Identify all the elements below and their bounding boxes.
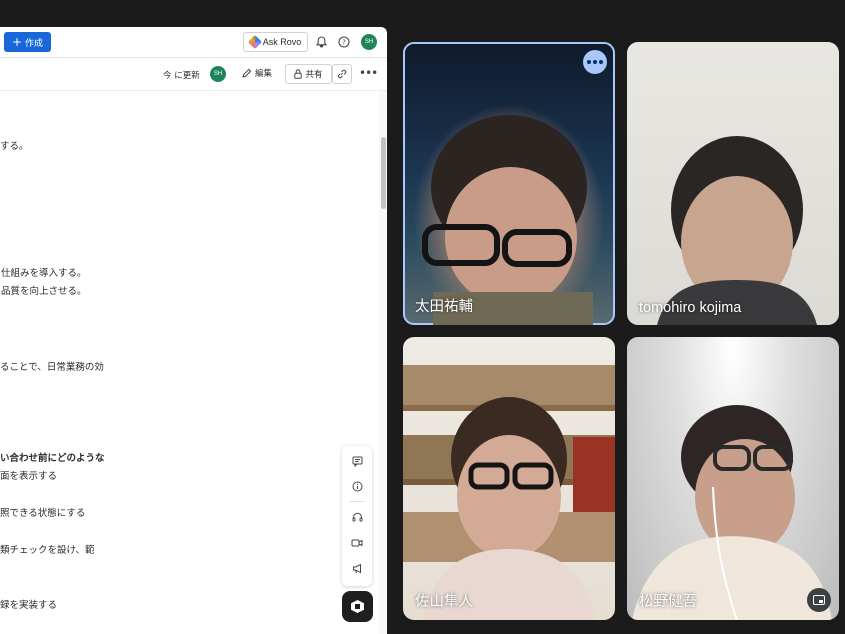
- participant-video: [422, 115, 593, 325]
- participant-name: tomohiro kojima: [639, 300, 742, 316]
- scrollbar-thumb[interactable]: [381, 137, 386, 209]
- copy-link-button[interactable]: [332, 64, 352, 84]
- participant-name: 松野健吾: [639, 594, 697, 610]
- create-button[interactable]: + 作成: [4, 32, 51, 52]
- headset-icon[interactable]: [342, 509, 372, 525]
- doc-line: 録を実装する: [0, 600, 58, 611]
- ask-rovo-button[interactable]: Ask Rovo: [243, 32, 308, 52]
- top-toolbar: + 作成 Ask Rovo ? SH: [0, 27, 387, 58]
- doc-line: 面を表示する: [0, 471, 58, 482]
- share-label: 共有: [305, 70, 323, 80]
- user-avatar-initials: SH: [361, 34, 377, 50]
- side-toolbar: [342, 446, 372, 586]
- link-icon: [337, 69, 347, 79]
- rovo-chat-button[interactable]: [342, 591, 373, 622]
- participant-video: [632, 405, 832, 620]
- participant-video: [403, 365, 615, 620]
- rovo-logo-icon: [247, 34, 262, 50]
- pencil-icon: [242, 68, 252, 78]
- video-tile-sayama[interactable]: 佐山隼人: [403, 337, 615, 620]
- rovo-icon: [351, 600, 364, 613]
- participant-name: 太田祐輔: [415, 299, 473, 315]
- doc-line: 仕組みを導入する。: [1, 268, 87, 279]
- video-icon[interactable]: [342, 535, 372, 551]
- video-tile-matsuno[interactable]: 松野健吾: [627, 337, 839, 620]
- doc-line: する。: [0, 141, 29, 152]
- share-button[interactable]: 共有: [285, 64, 332, 84]
- ask-rovo-label: Ask Rovo: [262, 37, 302, 47]
- lock-icon: [294, 69, 303, 79]
- user-avatar[interactable]: SH: [361, 34, 377, 50]
- document-panel: + 作成 Ask Rovo ? SH 今 に更新 SH 編集 共有 ••• する…: [0, 27, 387, 634]
- page-actions-bar: 今 に更新 SH 編集 共有 •••: [0, 58, 387, 91]
- help-icon[interactable]: ?: [336, 34, 352, 50]
- edit-label: 編集: [255, 69, 273, 79]
- create-label: 作成: [25, 38, 44, 49]
- edit-button[interactable]: 編集: [242, 67, 272, 79]
- megaphone-icon[interactable]: [342, 560, 372, 576]
- doc-line: 品質を向上させる。: [1, 286, 87, 297]
- comment-icon[interactable]: [342, 453, 372, 469]
- plus-icon: +: [11, 35, 23, 49]
- doc-line-bold: い合わせ前にどのような: [0, 453, 105, 464]
- doc-line: ることで、日常業務の効: [0, 362, 104, 373]
- toolbar-divider: [350, 501, 364, 502]
- info-icon[interactable]: [342, 478, 372, 494]
- picture-in-picture-icon[interactable]: [807, 588, 831, 612]
- editor-avatar[interactable]: SH: [210, 66, 226, 82]
- bell-icon[interactable]: [313, 34, 329, 50]
- svg-text:?: ?: [342, 39, 346, 47]
- participant-name: 佐山隼人: [415, 594, 473, 610]
- doc-line: 類チェックを設け、範: [0, 545, 95, 556]
- more-options-icon[interactable]: [583, 50, 607, 74]
- video-tile-taichi[interactable]: 太田祐輔: [403, 42, 615, 325]
- doc-line: 照できる状態にする: [0, 508, 86, 519]
- participant-video: [657, 136, 817, 325]
- last-updated-text: 今 に更新: [163, 71, 200, 81]
- more-actions-icon[interactable]: •••: [359, 66, 378, 80]
- video-tile-kojima[interactable]: tomohiro kojima: [627, 42, 839, 325]
